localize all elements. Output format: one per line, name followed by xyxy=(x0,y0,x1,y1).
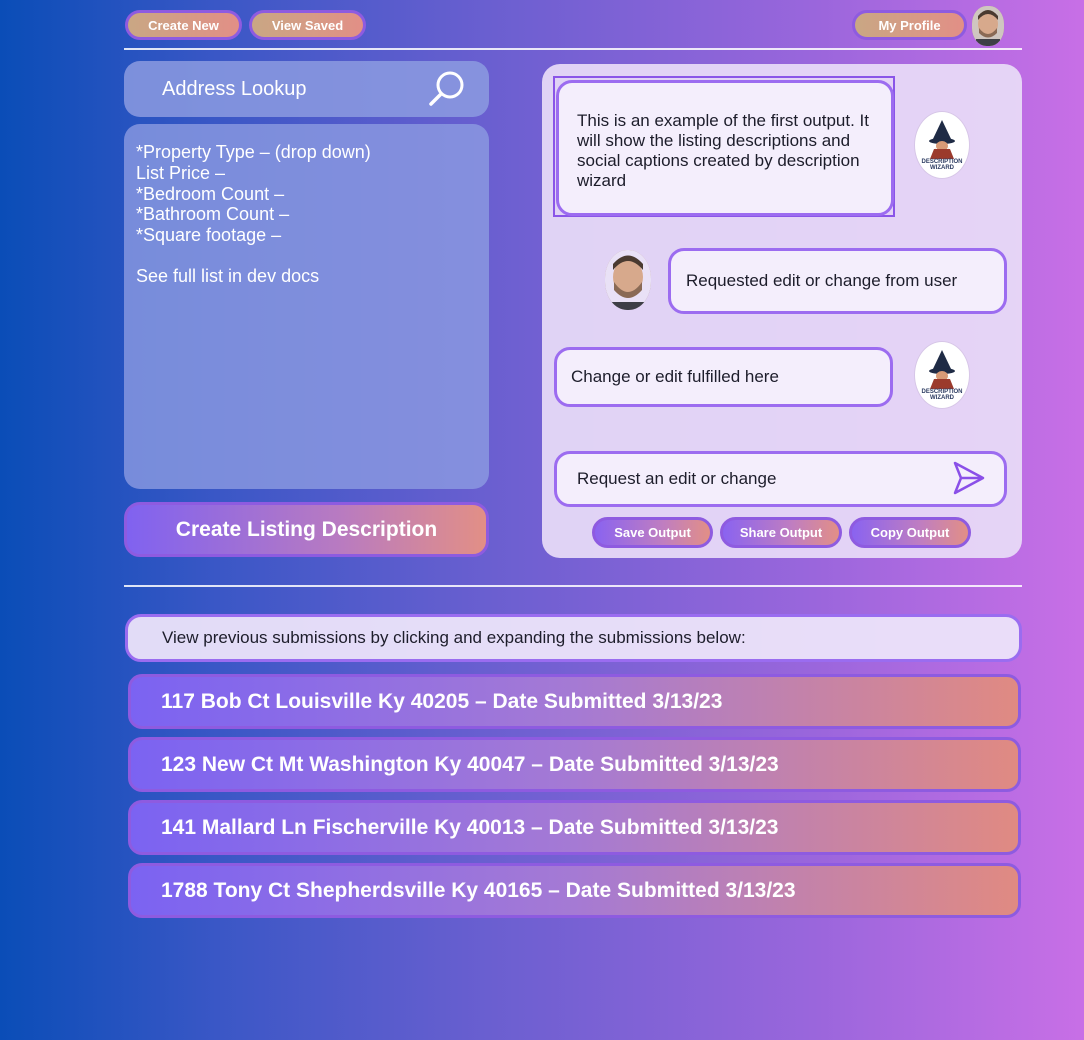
output-chat-panel: This is an example of the first output. … xyxy=(542,64,1022,558)
top-divider xyxy=(124,48,1022,50)
request-edit-placeholder: Request an edit or change xyxy=(577,469,777,488)
property-fields-panel: *Property Type – (drop down) List Price … xyxy=(124,124,489,489)
user-avatar xyxy=(605,250,651,310)
first-output-bubble: This is an example of the first output. … xyxy=(556,80,894,216)
request-edit-input[interactable]: Request an edit or change xyxy=(554,451,1007,507)
field-square-footage[interactable]: *Square footage – xyxy=(136,225,477,246)
view-saved-button[interactable]: View Saved xyxy=(249,10,366,40)
my-profile-button[interactable]: My Profile xyxy=(852,10,967,40)
share-output-button[interactable]: Share Output xyxy=(720,517,842,548)
field-bathroom-count[interactable]: *Bathroom Count – xyxy=(136,204,477,225)
create-new-button[interactable]: Create New xyxy=(125,10,242,40)
submission-row[interactable]: 1788 Tony Ct Shepherdsville Ky 40165 – D… xyxy=(128,863,1021,918)
wizard-icon xyxy=(929,350,955,389)
description-wizard-avatar: DESCRIPTION WIZARD xyxy=(915,112,969,178)
submission-row[interactable]: 141 Mallard Ln Fischerville Ky 40013 – D… xyxy=(128,800,1021,855)
copy-output-button[interactable]: Copy Output xyxy=(849,517,971,548)
dev-docs-note: See full list in dev docs xyxy=(136,265,320,286)
person-icon xyxy=(972,6,1004,46)
wizard-label: DESCRIPTION WIZARD xyxy=(921,389,963,401)
field-property-type[interactable]: *Property Type – (drop down) xyxy=(136,142,477,163)
wizard-label: DESCRIPTION WIZARD xyxy=(921,159,963,171)
middle-divider xyxy=(124,585,1022,587)
submission-row[interactable]: 123 New Ct Mt Washington Ky 40047 – Date… xyxy=(128,737,1021,792)
profile-avatar[interactable] xyxy=(972,6,1004,46)
address-lookup-input[interactable]: Address Lookup xyxy=(124,61,489,117)
previous-submissions-header: View previous submissions by clicking an… xyxy=(125,614,1022,662)
field-bedroom-count[interactable]: *Bedroom Count – xyxy=(136,184,477,205)
description-wizard-avatar: DESCRIPTION WIZARD xyxy=(915,342,969,408)
person-icon xyxy=(605,250,651,310)
user-request-bubble: Requested edit or change from user xyxy=(668,248,1007,314)
create-listing-description-button[interactable]: Create Listing Description xyxy=(124,502,489,557)
search-icon[interactable] xyxy=(427,69,467,109)
fulfilled-bubble: Change or edit fulfilled here xyxy=(554,347,893,407)
save-output-button[interactable]: Save Output xyxy=(592,517,713,548)
field-list-price[interactable]: List Price – xyxy=(136,163,477,184)
wizard-icon xyxy=(929,120,955,159)
submission-row[interactable]: 117 Bob Ct Louisville Ky 40205 – Date Su… xyxy=(128,674,1021,729)
address-lookup-label: Address Lookup xyxy=(162,77,307,100)
send-icon[interactable] xyxy=(952,460,986,496)
field-spacer xyxy=(136,246,477,266)
